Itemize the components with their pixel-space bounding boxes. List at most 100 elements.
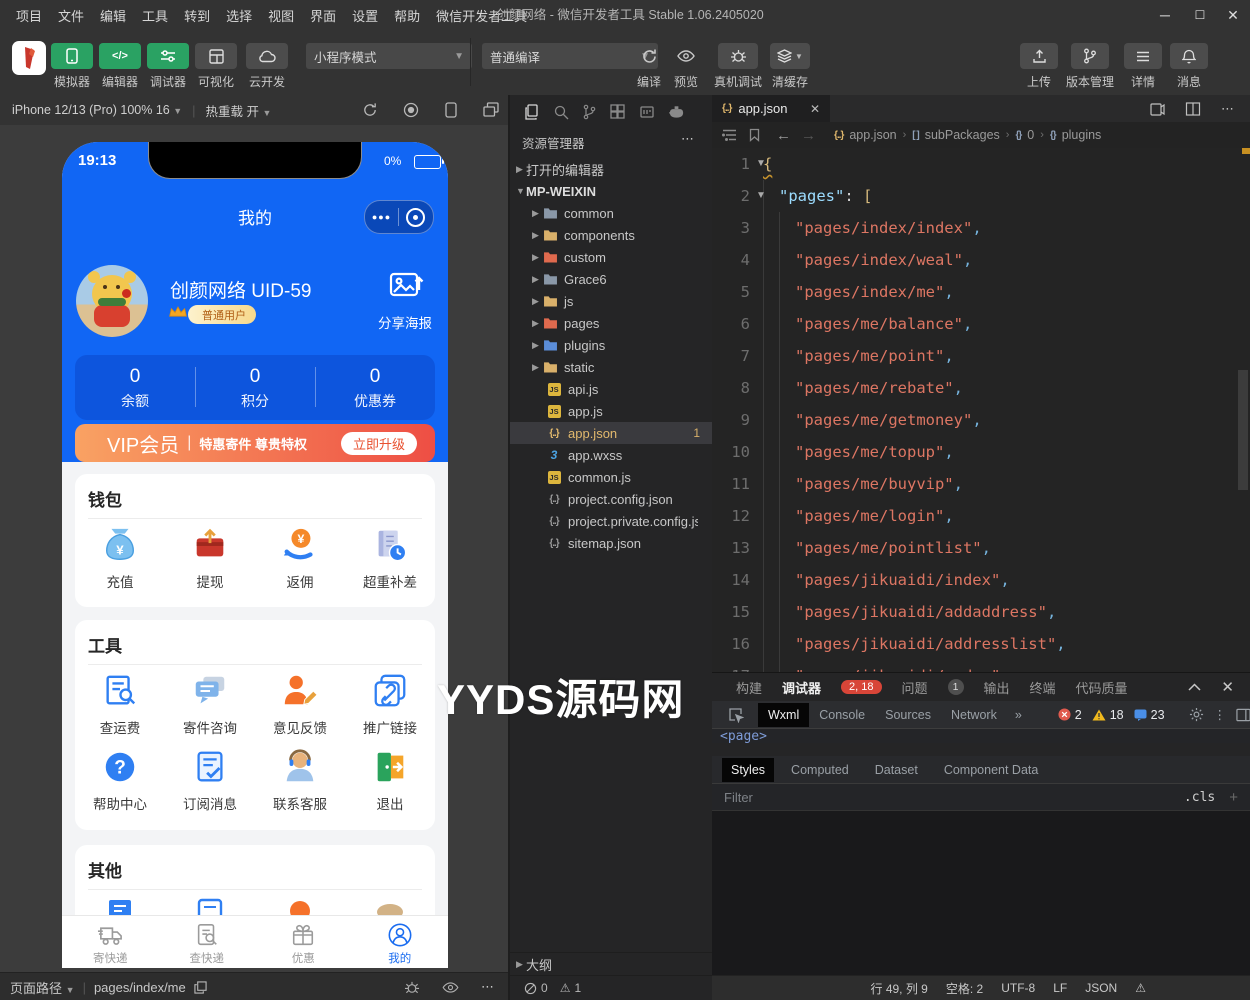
- tool-item-subscribe-msg[interactable]: 订阅消息: [165, 748, 255, 813]
- stat-balance[interactable]: 0 余额: [75, 355, 195, 420]
- current-page-path[interactable]: pages/index/me: [94, 980, 186, 995]
- error-count[interactable]: 2: [1075, 708, 1082, 722]
- tab-mine[interactable]: 我的: [352, 916, 449, 968]
- devtools-settings-icon[interactable]: [1189, 707, 1204, 722]
- sim-multiwindow-icon[interactable]: [483, 102, 499, 117]
- breadcrumb-index[interactable]: 0: [1027, 128, 1034, 142]
- encoding[interactable]: UTF-8: [1001, 981, 1035, 995]
- more-dots-icon[interactable]: ●●●: [365, 212, 398, 222]
- menu-file[interactable]: 文件: [50, 6, 92, 25]
- stat-points[interactable]: 0 积分: [195, 355, 315, 420]
- tool-item-shipping-consult[interactable]: 寄件咨询: [165, 672, 255, 737]
- tab-computed[interactable]: Computed: [782, 758, 858, 782]
- folder-js[interactable]: ▶ js: [510, 290, 712, 312]
- menu-edit[interactable]: 编辑: [92, 6, 134, 25]
- outline-section[interactable]: ▶ 大纲: [510, 952, 712, 975]
- page-path-selector[interactable]: 页面路径 ▼: [10, 978, 75, 997]
- debugger-button[interactable]: [147, 43, 189, 69]
- folder-common[interactable]: ▶ common: [510, 202, 712, 224]
- tab-problems[interactable]: 问题: [902, 678, 928, 697]
- devtools-tab-wxml[interactable]: Wxml: [758, 702, 810, 727]
- maximize-button[interactable]: ☐: [1183, 0, 1217, 30]
- bookmark-icon[interactable]: [749, 128, 760, 142]
- breadcrumb-file[interactable]: app.json: [849, 128, 896, 142]
- upload-button[interactable]: [1020, 43, 1058, 69]
- folder-components[interactable]: ▶ components: [510, 224, 712, 246]
- close-panel-icon[interactable]: ✕: [1221, 678, 1234, 696]
- language-mode[interactable]: JSON: [1085, 981, 1117, 995]
- file-app-js[interactable]: JS app.js: [510, 400, 712, 422]
- tab-close-icon[interactable]: ✕: [810, 102, 820, 116]
- file-app-wxss[interactable]: 3 app.wxss: [510, 444, 712, 466]
- indentation[interactable]: 空格: 2: [946, 980, 983, 997]
- more-tabs-icon[interactable]: »: [1015, 708, 1022, 722]
- tool-item-help-center[interactable]: ? 帮助中心: [75, 748, 165, 813]
- tab-app-json[interactable]: {..} app.json ✕: [712, 95, 830, 122]
- wallet-item-rebate[interactable]: ¥ 返佣: [255, 526, 345, 591]
- tab-styles[interactable]: Styles: [722, 757, 775, 782]
- folder-plugins[interactable]: ▶ plugins: [510, 334, 712, 356]
- file-api-js[interactable]: JS api.js: [510, 378, 712, 400]
- inspect-element-icon[interactable]: [728, 707, 744, 723]
- npm-icon[interactable]: [639, 104, 655, 120]
- tab-code-quality[interactable]: 代码质量: [1076, 678, 1128, 697]
- avatar[interactable]: [76, 265, 148, 337]
- tab-build[interactable]: 构建: [736, 678, 762, 697]
- devtools-tab-sources[interactable]: Sources: [875, 703, 941, 727]
- cloud-dev-button[interactable]: [246, 43, 288, 69]
- editor-more-icon[interactable]: ⋯: [1221, 101, 1234, 117]
- clear-cache-button[interactable]: ▼: [770, 43, 810, 69]
- eol-type[interactable]: LF: [1053, 981, 1067, 995]
- devtools-tab-console[interactable]: Console: [809, 703, 875, 727]
- extensions-icon[interactable]: [610, 103, 626, 120]
- menu-view[interactable]: 视图: [260, 6, 302, 25]
- tool-item-feedback[interactable]: 意见反馈: [255, 672, 345, 737]
- styles-filter-input[interactable]: Filter: [724, 790, 753, 805]
- tool-item-promo-link[interactable]: 推广链接: [345, 672, 435, 737]
- menu-goto[interactable]: 转到: [176, 6, 218, 25]
- tool-item-contact-service[interactable]: 联系客服: [255, 748, 345, 813]
- version-control-button[interactable]: [1071, 43, 1109, 69]
- stat-coupons[interactable]: 0 优惠券: [315, 355, 435, 420]
- folder-custom[interactable]: ▶ custom: [510, 246, 712, 268]
- open-preview-icon[interactable]: [1149, 101, 1165, 117]
- dock-side-icon[interactable]: [1236, 708, 1250, 722]
- real-device-debug-button[interactable]: [718, 43, 758, 69]
- devtools-tab-network[interactable]: Network: [941, 703, 1007, 727]
- menu-tools[interactable]: 工具: [134, 6, 176, 25]
- folder-pages[interactable]: ▶ pages: [510, 312, 712, 334]
- warning-count[interactable]: 18: [1110, 708, 1124, 722]
- mode-dropdown[interactable]: 小程序模式 ▼: [306, 43, 472, 69]
- search-icon[interactable]: [553, 104, 569, 120]
- cls-button[interactable]: .cls: [1184, 790, 1215, 805]
- file-sitemap-json[interactable]: {..} sitemap.json: [510, 532, 712, 554]
- files-icon[interactable]: [524, 103, 540, 120]
- wallet-item-recharge[interactable]: ¥ 充值: [75, 526, 165, 591]
- tab-coupons[interactable]: 优惠: [255, 916, 352, 968]
- breadcrumb-plugins[interactable]: plugins: [1062, 128, 1102, 142]
- statusbar-more-icon[interactable]: ⋯: [481, 979, 494, 995]
- project-root-row[interactable]: ▼ MP-WEIXIN: [510, 180, 712, 202]
- hot-reload-toggle[interactable]: 热重载 开 ▼: [206, 101, 272, 120]
- source-control-icon[interactable]: [582, 104, 597, 120]
- menu-project[interactable]: 项目: [8, 6, 50, 25]
- tool-item-logout[interactable]: 退出: [345, 748, 435, 813]
- nav-back-icon[interactable]: ←: [776, 127, 791, 144]
- add-style-icon[interactable]: +: [1229, 789, 1238, 806]
- explorer-more-icon[interactable]: ⋯: [681, 131, 694, 147]
- share-poster-label[interactable]: 分享海报: [370, 312, 440, 332]
- wallet-item-overweight[interactable]: 超重补差: [345, 526, 435, 591]
- file-project-private-config[interactable]: {..}project.private.config.js…: [510, 510, 712, 532]
- menu-interface[interactable]: 界面: [302, 6, 344, 25]
- split-editor-icon[interactable]: [1185, 101, 1201, 117]
- sim-record-icon[interactable]: [403, 102, 419, 118]
- close-button[interactable]: ✕: [1216, 0, 1250, 30]
- code-editor[interactable]: 1 ▼{ 2 ▼ "pages": [ 3 "pages/index/index", 4…: [712, 148, 1250, 672]
- sim-refresh-icon[interactable]: [362, 102, 378, 118]
- upgrade-button[interactable]: 立即升级: [340, 432, 417, 455]
- visualize-button[interactable]: [195, 43, 237, 69]
- tab-debugger[interactable]: 调试器: [782, 678, 821, 697]
- outline-list-icon[interactable]: [722, 129, 737, 141]
- visibility-icon[interactable]: [442, 981, 459, 993]
- compile-button[interactable]: [634, 43, 664, 69]
